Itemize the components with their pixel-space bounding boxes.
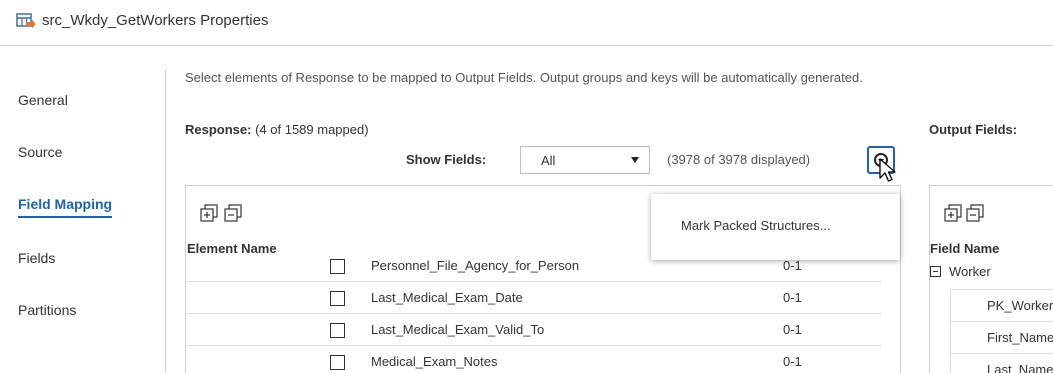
mouse-pointer-icon [879,158,896,182]
row-checkbox[interactable] [330,291,345,306]
source-transform-icon [16,13,36,29]
mark-packed-structures-item[interactable]: Mark Packed Structures... [681,218,831,233]
output-field-row[interactable]: First_Name [950,321,1053,353]
element-cardinality: 0-1 [783,290,802,305]
output-group-worker[interactable]: Worker [930,264,991,279]
element-name: Last_Medical_Exam_Valid_To [371,322,545,337]
displayed-count: (3978 of 3978 displayed) [667,152,811,167]
output-fields-label: Output Fields: [929,122,1018,137]
nav-item-field-mapping[interactable]: Field Mapping [18,196,113,218]
element-name: Last_Medical_Exam_Date [371,290,523,305]
output-field-name: Last_Name [987,362,1053,373]
properties-nav: General Source Field Mapping Fields Part… [0,70,166,373]
collapse-all-icon[interactable] [966,204,984,222]
nav-item-fields[interactable]: Fields [18,250,55,266]
show-fields-label: Show Fields: [406,152,487,167]
table-row: Medical_Exam_Notes 0-1 [186,346,881,373]
element-name: Medical_Exam_Notes [371,354,498,369]
expand-all-icon[interactable] [200,204,218,222]
response-summary: Response: (4 of 1589 mapped) [185,122,369,137]
nav-item-partitions[interactable]: Partitions [18,302,76,318]
show-fields-select[interactable]: All [520,146,650,174]
show-fields-value: All [541,153,556,168]
expand-all-icon[interactable] [944,204,962,222]
response-mapped-count: (4 of 1589 mapped) [255,122,369,137]
output-field-name: PK_Worker [987,298,1053,313]
nav-item-general[interactable]: General [18,92,68,108]
row-checkbox[interactable] [330,355,345,370]
element-cardinality: 0-1 [783,322,802,337]
collapse-group-icon[interactable] [930,266,941,277]
response-label: Response: [185,122,252,137]
field-name-header: Field Name [930,241,1000,256]
row-checkbox[interactable] [330,259,345,274]
output-field-name: First_Name [987,330,1053,345]
output-fields-tree: Field Name Worker PK_Worker First_Name L… [929,185,1053,373]
nav-item-source[interactable]: Source [18,144,62,160]
window-title: src_Wkdy_GetWorkers Properties [42,12,269,29]
element-name: Personnel_File_Agency_for_Person [371,258,580,273]
output-group-label: Worker [949,264,991,279]
output-field-row[interactable]: PK_Worker [950,289,1053,321]
element-cardinality: 0-1 [783,354,802,369]
field-options-menu: Mark Packed Structures... [651,194,900,260]
output-field-row[interactable]: Last_Name [950,353,1053,373]
element-cardinality: 0-1 [783,258,802,273]
table-row: Last_Medical_Exam_Date 0-1 [186,282,881,314]
row-checkbox[interactable] [330,323,345,338]
title-bar: src_Wkdy_GetWorkers Properties [0,0,1053,46]
mapping-instruction: Select elements of Response to be mapped… [185,70,863,85]
caret-down-icon [631,157,639,163]
table-row: Last_Medical_Exam_Valid_To 0-1 [186,314,881,346]
collapse-all-icon[interactable] [224,204,242,222]
